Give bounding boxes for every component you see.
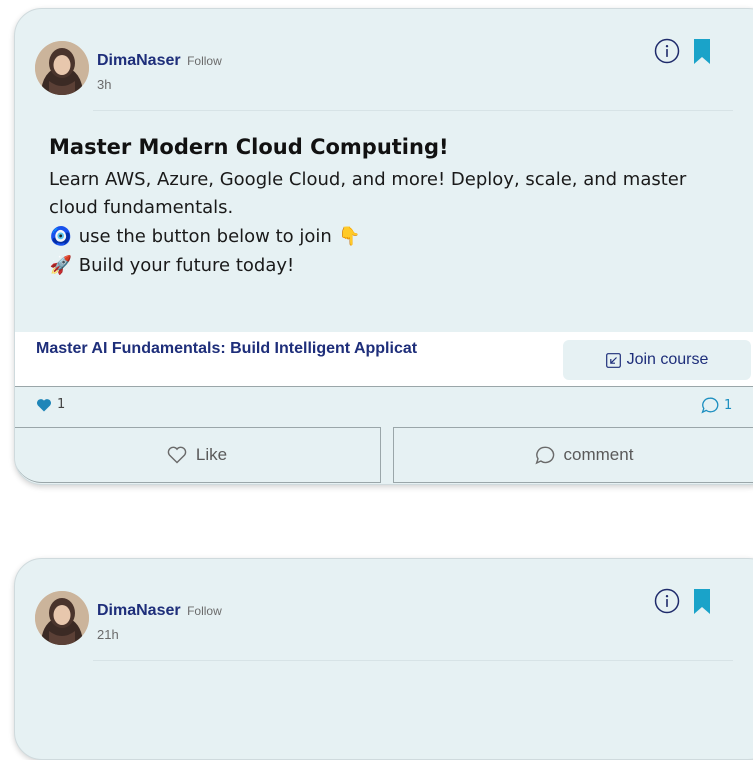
comments-count[interactable]: 1 [701,397,732,414]
header-divider [93,660,733,661]
like-label: Like [195,445,228,464]
author-name[interactable]: DimaNaser Follow [97,52,222,70]
rocket-emoji-icon: 🚀 [49,255,73,276]
join-course-label: Join course [626,351,709,368]
course-title-link[interactable]: Master AI Fundamentals: Build Intelligen… [36,340,417,358]
heart-icon [36,398,52,411]
join-instruction-text: use the button below to join [78,226,332,247]
post-timestamp: 3h [97,77,112,92]
pointing-down-emoji-icon: 👇 [338,226,361,247]
likes-count[interactable]: 1 [36,397,65,412]
post-card: DimaNaser Follow 21h [14,558,753,760]
post-title: Master Modern Cloud Computing! [49,135,449,159]
post-line-join: 🧿 use the button below to join 👇 [49,222,729,251]
nazar-emoji-icon: 🧿 [49,226,73,247]
heart-outline-icon [167,446,187,464]
speech-bubble-icon [701,397,719,414]
bookmark-icon[interactable] [692,588,712,616]
post-description: Learn AWS, Azure, Google Cloud, and more… [49,169,687,218]
arrow-down-left-box-icon [605,352,621,368]
author-name[interactable]: DimaNaser Follow [97,602,222,620]
bookmark-icon[interactable] [692,38,712,66]
follow-link[interactable]: Follow [187,604,222,618]
author-name-text[interactable]: DimaNaser [97,52,181,69]
author-name-text[interactable]: DimaNaser [97,602,181,619]
like-button[interactable]: Like [15,427,381,483]
follow-link[interactable]: Follow [187,54,222,68]
info-icon[interactable] [654,588,680,614]
future-text: Build your future today! [78,255,295,276]
header-divider [93,110,733,111]
comment-button[interactable]: comment [393,427,753,483]
comment-bubble-icon [534,446,554,464]
likes-number: 1 [57,397,66,412]
post-timestamp: 21h [97,627,119,642]
avatar[interactable] [35,41,89,95]
post-content: Master Modern Cloud Computing! Learn AWS… [49,133,729,280]
course-attachment: Master AI Fundamentals: Build Intelligen… [15,331,753,387]
info-icon[interactable] [654,38,680,64]
comment-label: comment [563,445,634,464]
comments-number: 1 [724,398,733,413]
post-line-future: 🚀 Build your future today! [49,251,729,280]
post-card: DimaNaser Follow 3h Master Modern Cloud … [14,8,753,485]
avatar[interactable] [35,591,89,645]
join-course-button[interactable]: Join course [563,340,751,380]
